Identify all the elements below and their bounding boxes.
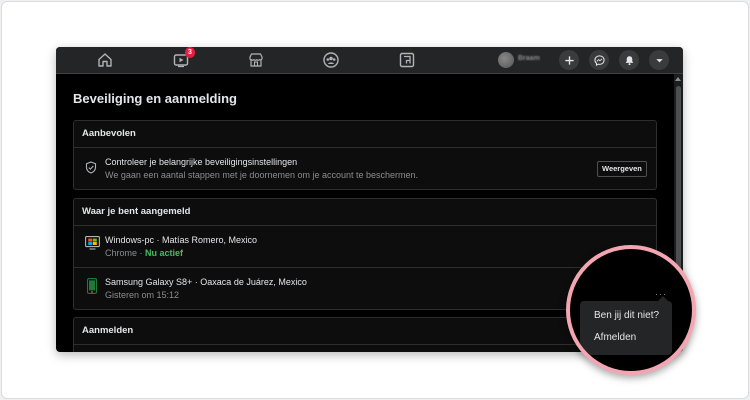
session-device-location: Windows-pc · Matías Romero, Mexico bbox=[105, 235, 258, 245]
not-you-menu-item[interactable]: Ben jij dit niet? bbox=[594, 310, 659, 321]
profile-name: Braam bbox=[518, 55, 540, 62]
home-icon[interactable] bbox=[96, 51, 114, 69]
recommended-panel: Aanbevolen Controleer je belangrijke bev… bbox=[73, 120, 657, 190]
messenger-icon bbox=[593, 54, 605, 66]
top-navigation-bar: 3 Braam bbox=[56, 47, 683, 74]
profile-button[interactable]: Braam bbox=[496, 50, 550, 70]
panel-header-recommended: Aanbevolen bbox=[74, 121, 656, 148]
session-options-menu: Ben jij dit niet? Afmelden bbox=[580, 296, 672, 355]
session-device-location: Samsung Galaxy S8+ · Oaxaca de Juárez, M… bbox=[105, 277, 307, 287]
panel-header-logged-in: Waar je bent aangemeld bbox=[74, 199, 656, 226]
session-row[interactable]: Windows-pc · Matías Romero, Mexico Chrom… bbox=[74, 226, 656, 268]
plus-icon bbox=[564, 55, 574, 65]
session-browser-name: Chrome · bbox=[105, 248, 146, 258]
create-button[interactable] bbox=[559, 50, 579, 70]
page-title: Beveiliging en aanmelding bbox=[73, 91, 237, 106]
account-menu-button[interactable] bbox=[649, 50, 669, 70]
security-check-description: We gaan een aantal stappen met je doorne… bbox=[105, 170, 419, 180]
messenger-button[interactable] bbox=[589, 50, 609, 70]
phone-icon bbox=[85, 278, 99, 299]
scroll-up-icon[interactable] bbox=[675, 77, 681, 81]
gaming-icon[interactable] bbox=[398, 51, 416, 69]
windows-pc-icon bbox=[85, 236, 100, 255]
notifications-button[interactable] bbox=[619, 50, 639, 70]
zoom-callout: ··· Ben jij dit niet? Afmelden bbox=[566, 245, 696, 375]
menu-caret bbox=[658, 296, 668, 301]
notification-badge: 3 bbox=[185, 47, 195, 58]
security-check-title: Controleer je belangrijke beveiligingsin… bbox=[105, 157, 298, 167]
bell-icon bbox=[625, 55, 633, 65]
view-button[interactable]: Weergeven bbox=[597, 161, 647, 177]
shield-check-icon bbox=[85, 161, 97, 179]
marketplace-icon[interactable] bbox=[247, 51, 265, 69]
avatar bbox=[498, 52, 514, 68]
session-time: Gisteren om 15:12 bbox=[105, 290, 180, 300]
security-check-row[interactable]: Controleer je belangrijke beveiligingsin… bbox=[74, 148, 656, 188]
active-status: Nu actief bbox=[145, 248, 184, 258]
groups-icon[interactable] bbox=[322, 51, 340, 69]
session-browser: Chrome · Nu actief bbox=[105, 248, 183, 258]
logout-menu-item[interactable]: Afmelden bbox=[594, 332, 636, 343]
caret-down-icon bbox=[655, 58, 663, 62]
